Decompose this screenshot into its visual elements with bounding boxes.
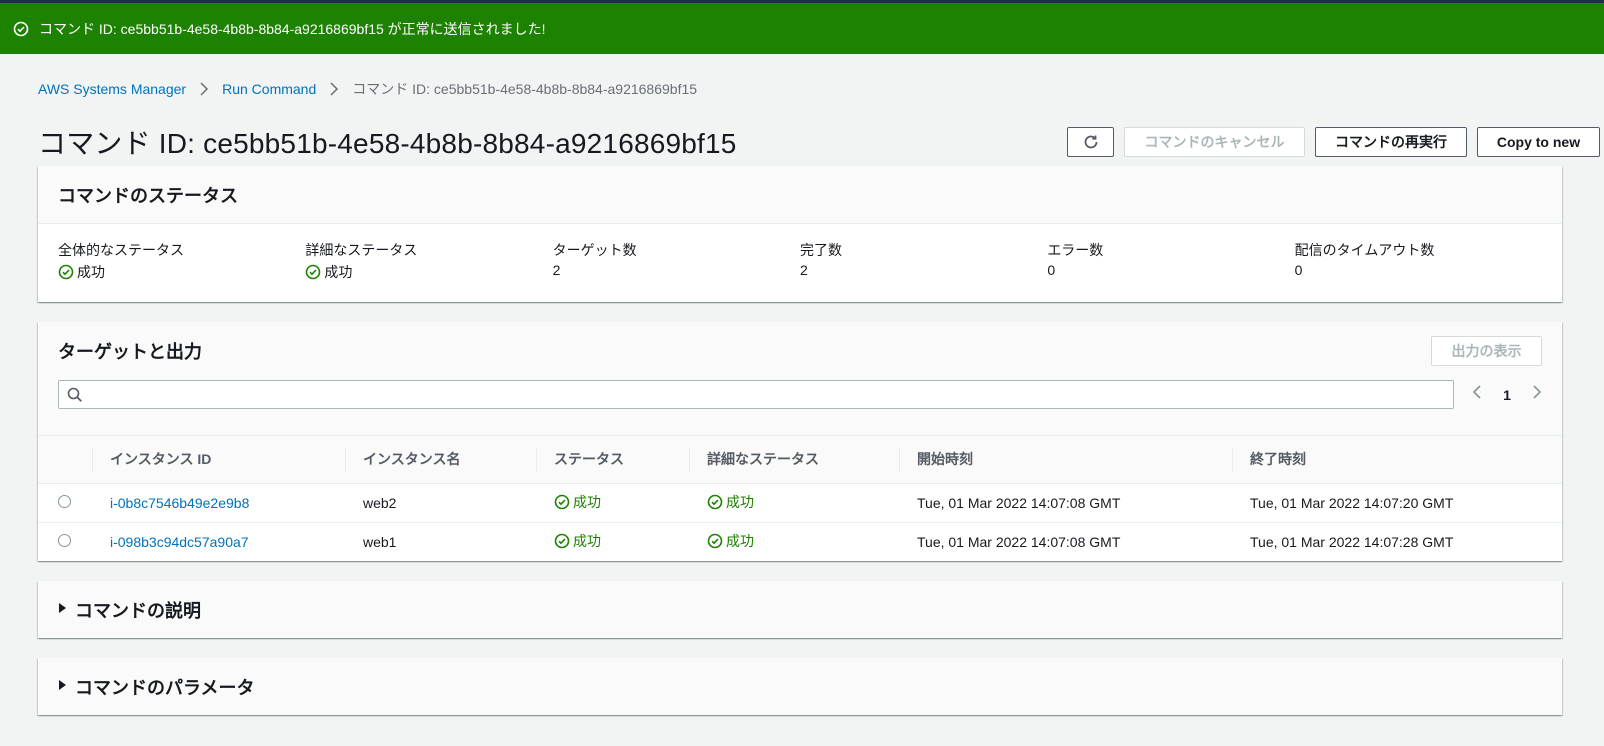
caret-right-icon [58,603,67,616]
status-cell: 成功 [554,531,601,551]
success-icon [58,264,74,280]
flash-message: コマンド ID: ce5bb51b-4e58-4b8b-8b84-a921686… [39,20,546,37]
command-status-panel: コマンドのステータス 全体的なステータス 成功 詳細なステータス 成功 ターゲッ… [38,166,1562,302]
success-icon [306,264,321,280]
start-time: Tue, 01 Mar 2022 14:07:08 GMT [917,533,1121,550]
command-status-header: コマンドのステータス [38,166,1562,224]
targets-filter-row: 1 [38,380,1562,436]
status-target-count: ターゲット数 2 [552,242,637,278]
status-detail: 詳細なステータス 成功 [305,242,418,280]
targets-title: ターゲットと出力 [58,342,202,362]
search-box [58,380,1454,409]
status-timeout-count: 配信のタイムアウト数 0 [1294,242,1435,278]
start-time: Tue, 01 Mar 2022 14:07:08 GMT [899,483,1232,523]
targets-header: ターゲットと出力 出力の表示 [38,322,1562,380]
rerun-command-button[interactable]: コマンドの再実行 [1315,127,1467,157]
command-description-header[interactable]: コマンドの説明 [38,581,1562,638]
targets-table: インスタンス ID インスタンス名 ステータス 詳細なステータス 開始時刻 終了… [38,436,1562,561]
col-instance-name[interactable]: インスタンス名 [345,436,536,484]
command-description-title: コマンドの説明 [75,600,201,621]
instance-id-link[interactable]: i-0b8c7546b49e2e9b8 [110,495,249,511]
success-icon [554,533,570,549]
cancel-command-button[interactable]: コマンドのキャンセル [1124,127,1305,157]
search-input[interactable] [83,382,1453,407]
select-column [38,436,92,484]
prev-page-icon[interactable] [1472,384,1482,405]
next-page-icon[interactable] [1532,384,1542,405]
col-instance-id[interactable]: インスタンス ID [92,436,345,484]
end-time: Tue, 01 Mar 2022 14:07:28 GMT [1250,533,1454,550]
page-header: コマンド ID: ce5bb51b-4e58-4b8b-8b84-a921686… [38,122,1600,162]
success-flash-banner: コマンド ID: ce5bb51b-4e58-4b8b-8b84-a921686… [0,3,1604,54]
header-actions: コマンドのキャンセル コマンドの再実行 Copy to new [1067,127,1600,157]
col-start-time[interactable]: 開始時刻 [899,436,1232,484]
instance-id-link[interactable]: i-098b3c94dc57a90a7 [110,534,249,550]
row-radio[interactable] [58,494,71,508]
show-output-button[interactable]: 出力の表示 [1431,336,1542,366]
refresh-icon [1084,135,1097,149]
instance-name: web1 [363,533,397,550]
table-row[interactable]: i-0b8c7546b49e2e9b8 web2 成功 成功 Tue, 01 M… [38,483,1562,523]
command-status-title: コマンドのステータス [58,185,238,206]
caret-right-icon [58,680,67,693]
chevron-right-icon [186,82,222,96]
current-page[interactable]: 1 [1503,387,1511,403]
status-overall: 全体的なステータス 成功 [58,242,184,280]
table-row[interactable]: i-098b3c94dc57a90a7 web1 成功 成功 Tue, 01 M… [38,522,1562,561]
status-grid: 全体的なステータス 成功 詳細なステータス 成功 ターゲット数 2 完了数 2 [38,224,1562,302]
breadcrumb-run-command[interactable]: Run Command [222,81,316,97]
col-end-time[interactable]: 終了時刻 [1232,436,1562,484]
check-circle-icon [13,21,29,37]
command-parameters-title: コマンドのパラメータ [75,677,255,698]
detail-status-cell: 成功 [707,492,754,512]
instance-name: web2 [345,483,536,523]
search-icon [67,387,82,402]
breadcrumb-systems-manager[interactable]: AWS Systems Manager [38,81,186,97]
command-parameters-panel[interactable]: コマンドのパラメータ [38,658,1562,715]
end-time: Tue, 01 Mar 2022 14:07:20 GMT [1232,483,1562,523]
command-description-panel[interactable]: コマンドの説明 [38,581,1562,638]
chevron-right-icon [316,82,352,96]
success-icon [707,533,723,549]
breadcrumb-current: コマンド ID: ce5bb51b-4e58-4b8b-8b84-a921686… [352,81,698,97]
status-completed-count: 完了数 2 [799,242,842,278]
status-error-count: エラー数 0 [1047,242,1104,278]
targets-output-panel: ターゲットと出力 出力の表示 1 インスタンス ID インスタンス名 ステータス… [38,322,1562,561]
page-title: コマンド ID: ce5bb51b-4e58-4b8b-8b84-a921686… [38,128,737,159]
command-parameters-header[interactable]: コマンドのパラメータ [38,658,1562,715]
col-status[interactable]: ステータス [536,436,689,484]
success-icon [707,494,723,510]
success-icon [554,494,570,510]
col-detail-status[interactable]: 詳細なステータス [689,436,899,484]
refresh-button[interactable] [1067,127,1114,157]
pagination: 1 [1454,384,1542,405]
breadcrumb: AWS Systems Manager Run Command コマンド ID:… [38,54,1604,122]
copy-to-new-button[interactable]: Copy to new [1477,127,1600,157]
detail-status-cell: 成功 [707,531,754,551]
row-radio[interactable] [58,533,71,547]
status-cell: 成功 [554,492,601,512]
